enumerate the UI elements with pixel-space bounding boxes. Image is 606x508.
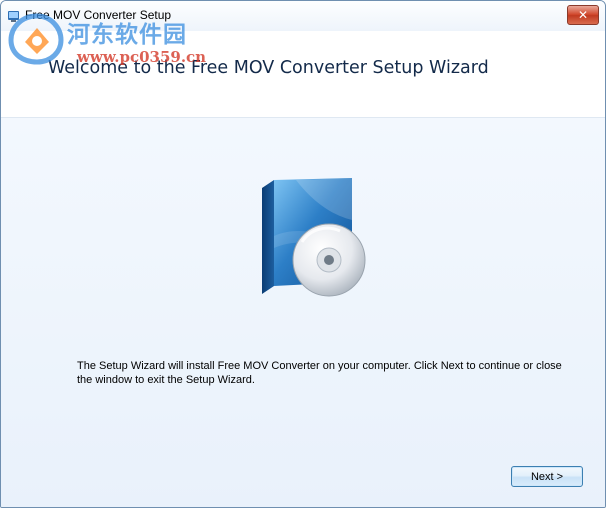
window-title: Free MOV Converter Setup — [25, 8, 172, 22]
product-box-icon — [262, 178, 366, 297]
next-button[interactable]: Next > — [511, 466, 583, 487]
close-button[interactable]: ✕ — [567, 5, 599, 25]
title-bar[interactable]: Free MOV Converter Setup ✕ — [1, 1, 605, 31]
setup-window: Free MOV Converter Setup ✕ Welcome to th… — [0, 0, 606, 508]
wizard-header: Welcome to the Free MOV Converter Setup … — [1, 31, 605, 118]
close-icon: ✕ — [577, 8, 589, 22]
page-title: Welcome to the Free MOV Converter Setup … — [48, 58, 489, 78]
setup-app-icon — [8, 11, 19, 22]
setup-description: The Setup Wizard will install Free MOV C… — [77, 360, 562, 386]
